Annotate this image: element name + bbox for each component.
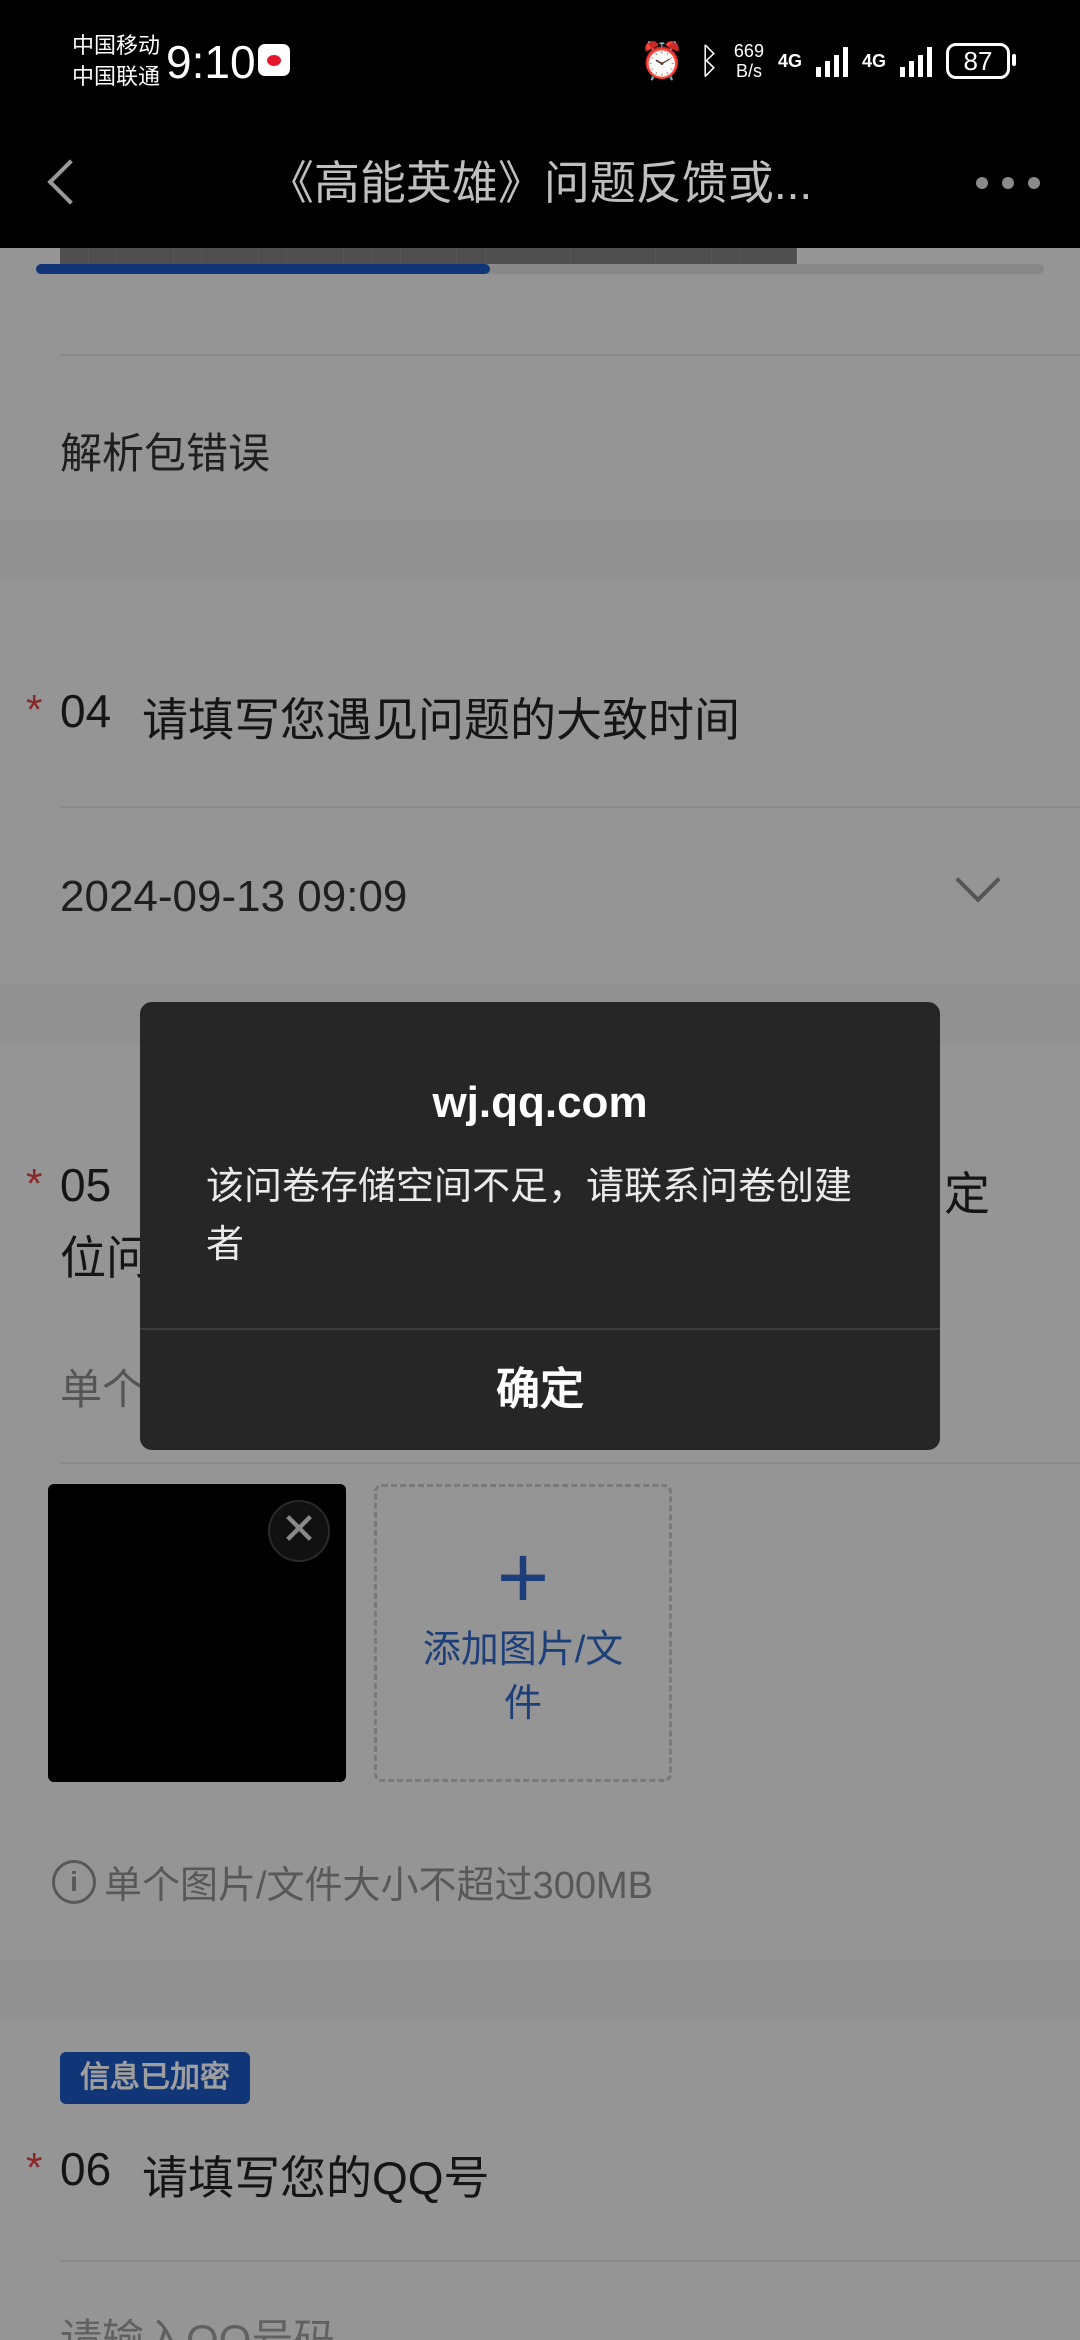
network-speed: 669 B/s xyxy=(734,41,764,81)
carrier-labels: 中国移动 中国联通 xyxy=(72,30,160,92)
network-type-2: 4G xyxy=(861,50,886,71)
alarm-icon: ⏰ xyxy=(639,40,685,81)
nav-bar: 《高能英雄》问题反馈或... xyxy=(0,118,1080,248)
carrier-2: 中国联通 xyxy=(72,64,161,89)
more-options-icon[interactable] xyxy=(976,158,1040,208)
dialog-message: 该问卷存储空间不足，请联系问卷创建者 xyxy=(206,1166,853,1266)
clock: 9:10 xyxy=(166,36,256,88)
battery-icon: 87 xyxy=(946,43,1016,79)
alert-dialog: wj.qq.com 该问卷存储空间不足，请联系问卷创建者 确定 xyxy=(140,1002,940,1450)
status-indicators: ⏰ ᛒ 669 B/s 4G 4G 87 xyxy=(639,36,1016,86)
battery-level: 87 xyxy=(963,45,993,76)
network-type-1: 4G xyxy=(777,50,802,71)
back-icon[interactable] xyxy=(40,154,94,214)
network-speed-unit: B/s xyxy=(735,61,762,81)
page-title: 《高能英雄》问题反馈或... xyxy=(267,157,813,209)
signal-icon-2 xyxy=(900,45,932,77)
dialog-title: wj.qq.com xyxy=(432,1078,648,1127)
signal-icon-1 xyxy=(815,45,848,77)
carrier-1: 中国移动 xyxy=(72,33,161,58)
confirm-button[interactable]: 确定 xyxy=(140,1330,940,1450)
bluetooth-icon: ᛒ xyxy=(698,40,720,81)
status-bar: 中国移动 中国联通 9:10 ⏰ ᛒ 669 B/s 4G 4G 87 xyxy=(0,0,1080,118)
weibo-icon xyxy=(258,44,290,76)
network-speed-value: 669 xyxy=(733,41,764,61)
